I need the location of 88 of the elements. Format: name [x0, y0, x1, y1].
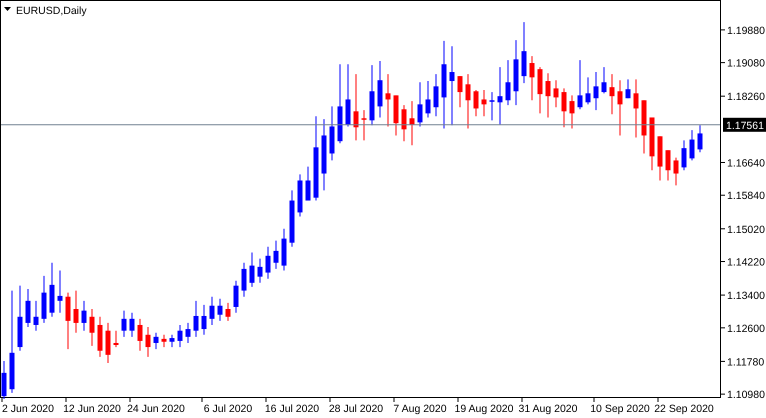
candlestick [450, 46, 454, 126]
candlestick [258, 258, 262, 284]
candlestick [482, 90, 486, 117]
price-axis-label: 1.15020 [727, 224, 765, 236]
price-axis-label: 1.19080 [727, 58, 765, 70]
candlestick [194, 300, 198, 338]
candlestick [618, 80, 622, 136]
candlestick [138, 318, 142, 352]
date-axis-label: 19 Aug 2020 [454, 403, 514, 415]
candlestick [690, 130, 694, 161]
candlestick [426, 80, 430, 118]
price-axis-label: 1.18260 [727, 91, 765, 104]
candlestick [474, 90, 478, 117]
candlestick [178, 324, 182, 348]
candlestick [602, 66, 606, 94]
candlestick [210, 296, 214, 326]
candlestick [306, 166, 310, 202]
candlestick [634, 78, 638, 138]
price-axis-label: 1.19880 [727, 24, 765, 37]
candlestick [202, 304, 206, 336]
candlestick [114, 330, 118, 348]
candlestick [234, 280, 238, 314]
price-axis-label: 1.10980 [727, 389, 765, 402]
candlestick [386, 74, 390, 127]
candlestick [418, 82, 422, 127]
candlestick [170, 334, 174, 348]
candlestick [626, 78, 630, 99]
candlestick [82, 300, 86, 332]
candlestick [226, 302, 230, 322]
date-axis-label: 28 Jul 2020 [328, 403, 384, 415]
date-axis-label: 6 Jul 2020 [204, 403, 252, 415]
candlestick [122, 310, 126, 338]
candlestick [274, 240, 278, 270]
candlestick [458, 76, 462, 108]
chart-title: EURUSD,Daily [16, 5, 87, 17]
dropdown-triangle-icon[interactable] [4, 7, 11, 11]
candlestick [562, 88, 566, 128]
price-axis-label: 1.14220 [727, 256, 765, 269]
candlestick [146, 326, 150, 358]
candlestick [402, 104, 406, 142]
candlestick [586, 76, 590, 105]
price-axis-label: 1.13400 [727, 290, 765, 302]
candlestick [410, 100, 414, 146]
candlestick [434, 74, 438, 117]
candlestick [682, 140, 686, 171]
candlestick [466, 74, 470, 130]
candlestick [130, 312, 134, 338]
candlestick [250, 252, 254, 288]
date-axis-label: 2 Jun 2020 [2, 403, 54, 415]
date-axis-label: 31 Aug 2020 [518, 403, 578, 415]
candlestick [530, 56, 534, 101]
price-axis-label: 1.11780 [727, 356, 764, 368]
candlestick [266, 246, 270, 280]
price-axis-label: 1.16640 [727, 157, 765, 170]
candlestick [570, 94, 574, 130]
candlestick [242, 262, 246, 298]
date-axis-label: 16 Jul 2020 [264, 403, 320, 415]
candlestick [498, 66, 502, 125]
candlestick [490, 92, 494, 121]
candlestick [2, 360, 6, 400]
candlestick [674, 157, 678, 186]
candlestick [218, 298, 222, 322]
candlestick [186, 322, 190, 344]
candlestick [594, 72, 598, 111]
date-axis-label: 12 Jun 2020 [63, 403, 121, 415]
date-axis-label: 24 Jun 2020 [127, 403, 185, 415]
current-price-label: 1.17561 [723, 118, 766, 132]
candlestick [74, 290, 78, 334]
candlestick [58, 270, 62, 314]
candlestick [578, 60, 582, 110]
candlestick [34, 300, 38, 332]
candlestick [546, 72, 550, 118]
candlestick [26, 288, 30, 328]
candlestick [362, 110, 366, 141]
ref-line-label: 1.17561 [726, 120, 764, 132]
candlestick [90, 308, 94, 346]
candlestick [610, 74, 614, 115]
price-axis-label: 1.12600 [727, 322, 765, 335]
date-axis-label: 22 Sep 2020 [654, 403, 714, 415]
candlestick [666, 150, 670, 181]
candlestick [154, 332, 158, 350]
candlestick [554, 80, 558, 108]
candlestick [698, 124, 702, 153]
date-axis-label: 10 Sep 2020 [590, 403, 650, 415]
price-axis-label: 1.15840 [727, 190, 765, 202]
date-axis-label: 7 Aug 2020 [393, 403, 447, 415]
candlestick [354, 74, 358, 141]
candlestick [506, 60, 510, 106]
